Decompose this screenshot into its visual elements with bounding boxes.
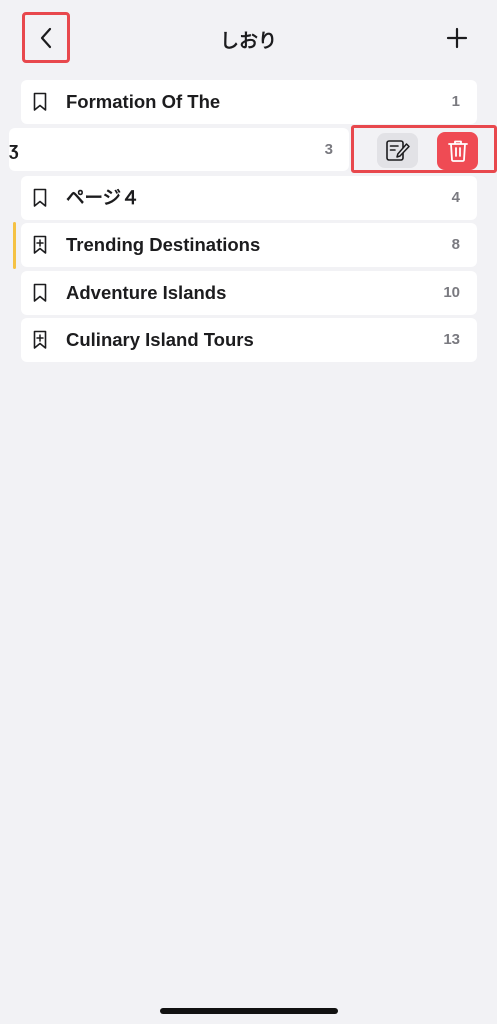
bookmark-title: Trending Destinations <box>66 234 261 255</box>
bookmark-title: Formation Of The <box>66 91 221 112</box>
bookmark-row[interactable]: Adventure Islands 10 <box>21 271 477 315</box>
bookmark-plus-icon <box>33 235 47 254</box>
bookmarks-screen: しおり Formation Of The 1 ʒ 3 ページ４ 4 Trendi… <box>0 0 497 1024</box>
plus-icon <box>446 27 468 49</box>
add-bookmark-button[interactable] <box>445 26 469 50</box>
edit-icon <box>385 139 410 161</box>
bookmark-icon <box>33 92 47 111</box>
bookmark-row[interactable]: Formation Of The 1 <box>21 80 477 124</box>
bookmark-plus-icon <box>33 330 47 349</box>
bookmark-page-number: 1 <box>451 93 460 110</box>
bookmark-row[interactable]: Trending Destinations 8 <box>21 223 477 267</box>
row-actions-highlight <box>351 125 497 173</box>
bookmark-row[interactable]: ページ４ 4 <box>21 176 477 220</box>
bookmark-title: ページ４ <box>66 187 140 208</box>
edit-bookmark-button[interactable] <box>377 133 418 168</box>
home-indicator[interactable] <box>160 1008 338 1014</box>
bookmark-icon <box>33 188 47 207</box>
bookmark-row-swiped[interactable]: ʒ 3 <box>9 128 349 171</box>
delete-bookmark-button[interactable] <box>437 132 478 170</box>
bookmark-page-number: 4 <box>451 189 460 206</box>
bookmark-row[interactable]: Culinary Island Tours 13 <box>21 318 477 362</box>
page-title: しおり <box>219 31 277 52</box>
bookmark-page-number: 13 <box>443 331 460 348</box>
bookmark-title: Culinary Island Tours <box>66 329 254 350</box>
bookmark-page-number: 10 <box>443 284 460 301</box>
bookmark-page-number: 3 <box>324 141 333 158</box>
bookmark-icon <box>33 283 47 302</box>
trash-icon <box>447 140 468 162</box>
bookmark-page-number: 8 <box>451 236 460 253</box>
current-page-marker <box>13 222 16 269</box>
bookmark-title: Adventure Islands <box>66 282 227 303</box>
bookmark-title-partial: ʒ <box>9 139 19 159</box>
